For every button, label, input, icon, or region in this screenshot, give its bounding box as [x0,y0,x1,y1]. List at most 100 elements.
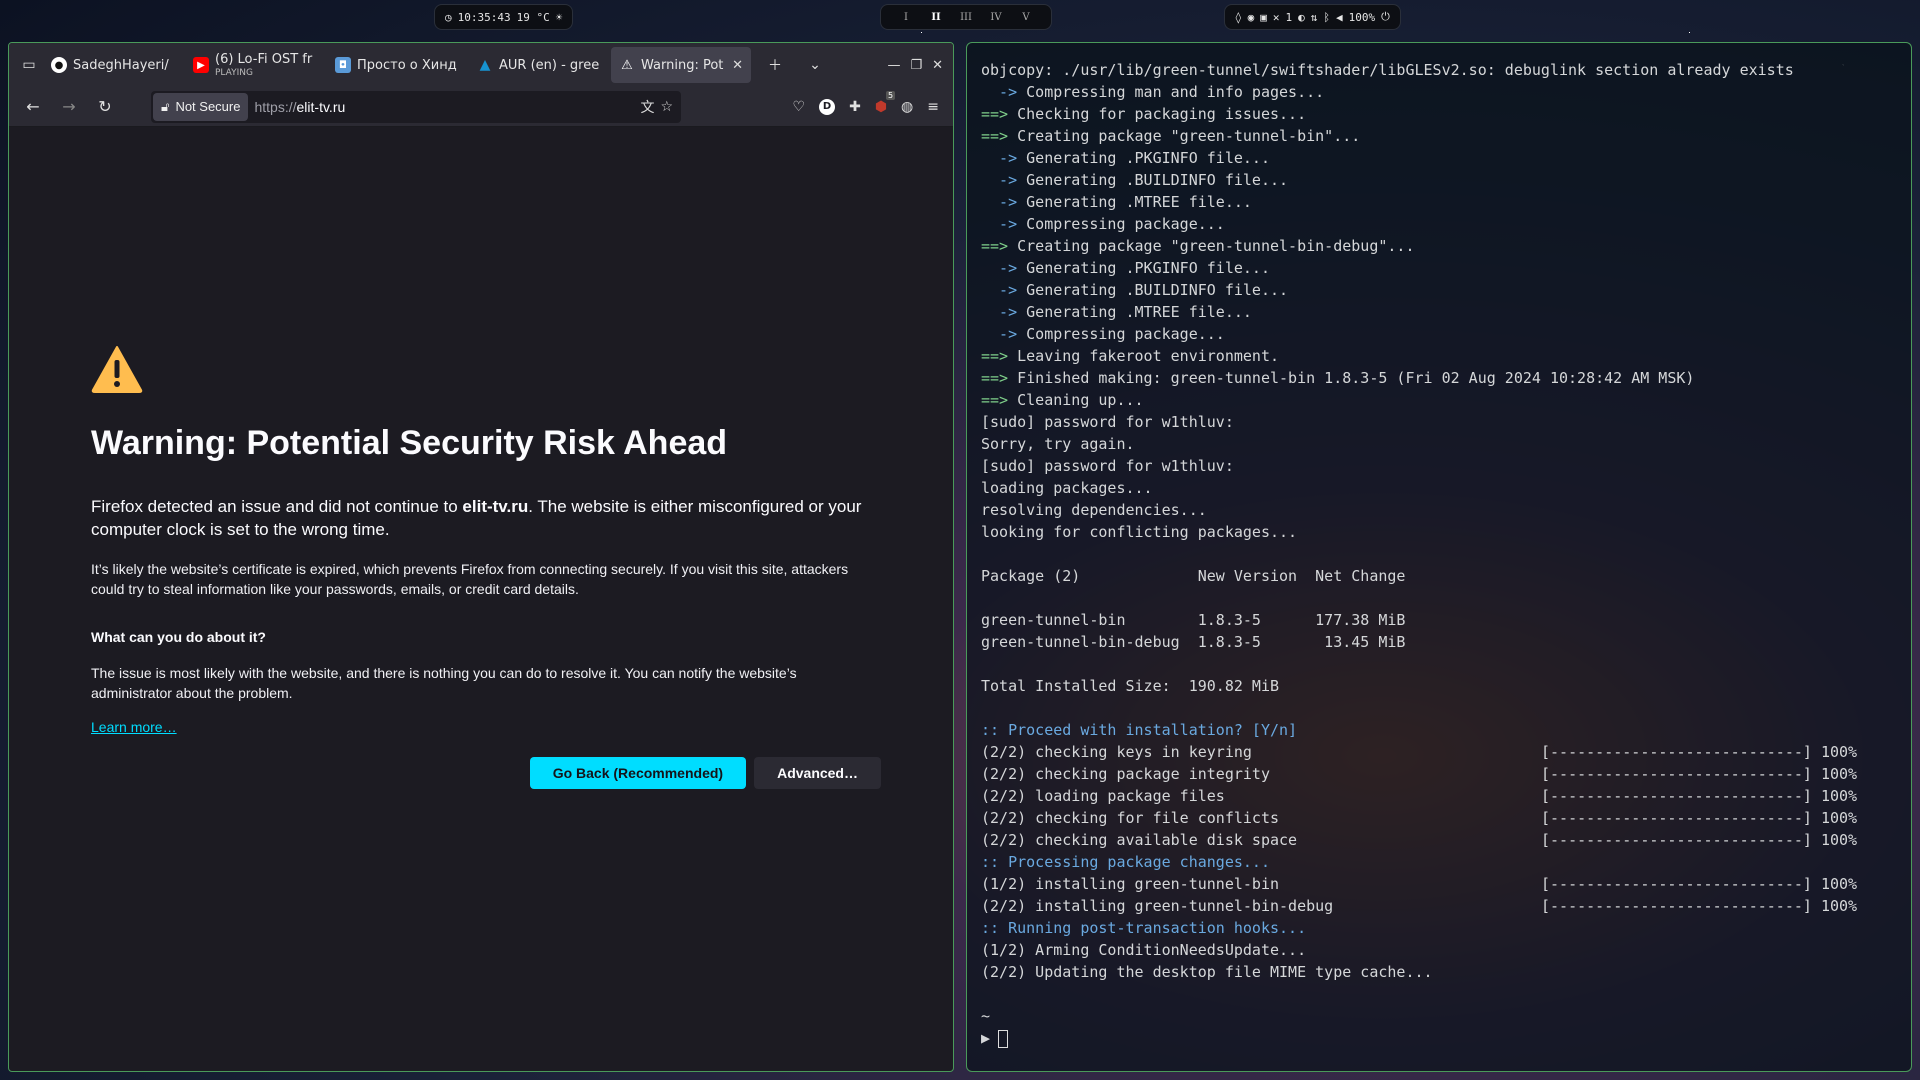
arrow-sub-icon: -> [981,215,1027,233]
terminal-line: Sorry, try again. [981,433,1897,455]
globe-icon[interactable]: ◍ [901,99,913,115]
tab-hindi[interactable]: ◘ Просто о Хинд [327,47,467,83]
pocket-icon[interactable]: ♡ [793,99,806,115]
terminal-line-text: (2/2) checking available disk space [981,831,1298,849]
arrow-main-icon: ==> [981,237,1018,255]
progress-bar-text: [----------------------------] 100% [1541,897,1858,915]
terminal-line-text: Finished making: green-tunnel-bin 1.8.3-… [1017,369,1695,387]
terminal-line: loading packages... [981,477,1897,499]
minimize-icon[interactable]: — [887,58,900,73]
terminal-line-text: (2/2) checking keys in keyring [981,743,1252,761]
terminal-line-text: (2/2) installing green-tunnel-bin-debug [981,897,1334,915]
list-tabs-icon[interactable]: ⌄ [801,51,829,79]
ublock-icon[interactable]: ⬢ 5 [875,90,896,115]
url-bar[interactable]: 🔓︎ Not Secure https://elit-tv.ru 文 ☆ [151,90,681,123]
close-tab-icon[interactable]: ✕ [732,58,743,73]
go-back-button[interactable]: Go Back (Recommended) [529,757,747,789]
advanced-button[interactable]: Advanced… [754,757,881,789]
notifications-muted-icon[interactable]: ✕ [1273,11,1280,24]
drop-icon[interactable]: ◊ [1235,11,1242,24]
error-intro: Firefox detected an issue and did not co… [91,495,881,541]
translate-icon[interactable]: 文 [640,97,654,117]
terminal-line-text: :: Processing package changes... [981,853,1270,871]
terminal-cwd: ~ [981,1007,991,1025]
menu-icon[interactable]: ≡ [927,99,939,115]
terminal-line-text: Generating .PKGINFO file... [1026,259,1270,277]
what-can-you-do-text: The issue is most likely with the websit… [91,665,797,701]
terminal-cursor [998,1029,1009,1048]
tab-warning[interactable]: ⚠ Warning: Pot ✕ [611,47,751,83]
workspace-2[interactable]: II [921,12,951,23]
terminal-line: ==> Checking for packaging issues... [981,103,1897,125]
arch-icon: ▲ [479,57,491,73]
terminal-line: -> Compressing package... [981,323,1897,345]
screen-icon[interactable]: ▣ [1260,11,1267,24]
terminal-prompt[interactable]: ▶ [981,1027,1897,1049]
extensions-puzzle-icon[interactable]: ✚ [849,99,861,115]
workspace-4[interactable]: IV [981,12,1011,23]
workspace-1[interactable]: I [891,12,921,23]
not-secure-indicator[interactable]: 🔓︎ Not Secure [153,92,249,121]
url-text[interactable]: https://elit-tv.ru [254,99,634,115]
power-icon[interactable]: ⏻ [1381,10,1390,24]
tab-github[interactable]: ● SadeghHayeri/ [43,47,183,83]
workspace-5[interactable]: V [1011,12,1041,23]
terminal-line: green-tunnel-bin 1.8.3-5 177.38 MiB [981,609,1897,631]
terminal-line: :: Processing package changes... [981,851,1897,873]
terminal-line: [sudo] password for w1thluv: [981,455,1897,477]
discord-icon[interactable]: ◉ [1248,11,1255,24]
arrow-main-icon: ==> [981,105,1018,123]
terminal-line-text: (1/2) installing green-tunnel-bin [981,875,1280,893]
terminal-line-text: :: Running post-transaction hooks... [981,919,1307,937]
terminal-line: -> Compressing package... [981,213,1897,235]
workspace-switcher[interactable]: I II III IV V [880,4,1052,30]
terminal-line-text: loading packages... [981,479,1153,497]
network-icon[interactable]: ⇅ [1311,11,1318,24]
terminal-line-text: Compressing man and info pages... [1026,83,1325,101]
terminal-line: (2/2) loading package files [------------… [981,785,1897,807]
terminal-line: :: Running post-transaction hooks... [981,917,1897,939]
terminal-line-text: resolving dependencies... [981,501,1207,519]
terminal-line-text: objcopy: ./usr/lib/green-tunnel/swiftsha… [981,61,1794,79]
theme-toggle-icon[interactable]: ◐ [1298,11,1305,24]
terminal-output: objcopy: ./usr/lib/green-tunnel/swiftsha… [981,59,1897,983]
terminal-line-text: (2/2) loading package files [981,787,1225,805]
terminal-line-text: Total Installed Size: 190.82 MiB [981,677,1280,695]
forward-icon[interactable]: → [53,93,85,121]
arrow-sub-icon: -> [981,149,1027,167]
account-avatar-icon[interactable]: D [819,98,836,115]
back-icon[interactable]: ← [17,93,49,121]
terminal-line-text: Generating .BUILDINFO file... [1026,171,1289,189]
terminal-line: -> Compressing man and info pages... [981,81,1897,103]
tab-overview-icon[interactable]: ▭ [15,51,43,79]
volume-icon[interactable]: ◀ [1336,11,1343,24]
bluetooth-icon[interactable]: ᛒ [1323,11,1330,24]
terminal-line-text: Generating .BUILDINFO file... [1026,281,1289,299]
progress-bar-text: [----------------------------] 100% [1541,765,1858,783]
terminal-line: ==> Cleaning up... [981,389,1897,411]
notifications-count: 1 [1285,10,1293,24]
learn-more-link[interactable]: Learn more… [91,719,177,735]
maximize-icon[interactable]: ❐ [910,58,922,73]
arrow-sub-icon: -> [981,193,1027,211]
new-tab-icon[interactable]: ＋ [761,51,789,79]
workspace-3[interactable]: III [951,12,981,23]
url-protocol: https:// [254,98,297,115]
arrow-sub-icon: -> [981,281,1027,299]
site-icon: ◘ [335,57,351,73]
tab-youtube[interactable]: ▶ (6) Lo-Fi OST fr PLAYING [185,47,325,83]
terminal-line-text: Leaving fakeroot environment. [1017,347,1280,365]
bookmark-star-icon[interactable]: ☆ [660,99,673,115]
clock-widget[interactable]: ◷ 10:35:43 19 °C ☀ [434,4,574,30]
tab-aur[interactable]: ▲ AUR (en) - gree [469,47,609,83]
close-window-icon[interactable]: ✕ [932,58,943,73]
tab-label: Warning: Pot [641,57,724,73]
terminal-line-text: (2/2) checking package integrity [981,765,1270,783]
error-page: Warning: Potential Security Risk Ahead F… [9,127,953,789]
terminal-window[interactable]: objcopy: ./usr/lib/green-tunnel/swiftsha… [966,42,1912,1072]
reload-icon[interactable]: ↻ [89,93,121,121]
page-title: Warning: Potential Security Risk Ahead [91,424,728,462]
